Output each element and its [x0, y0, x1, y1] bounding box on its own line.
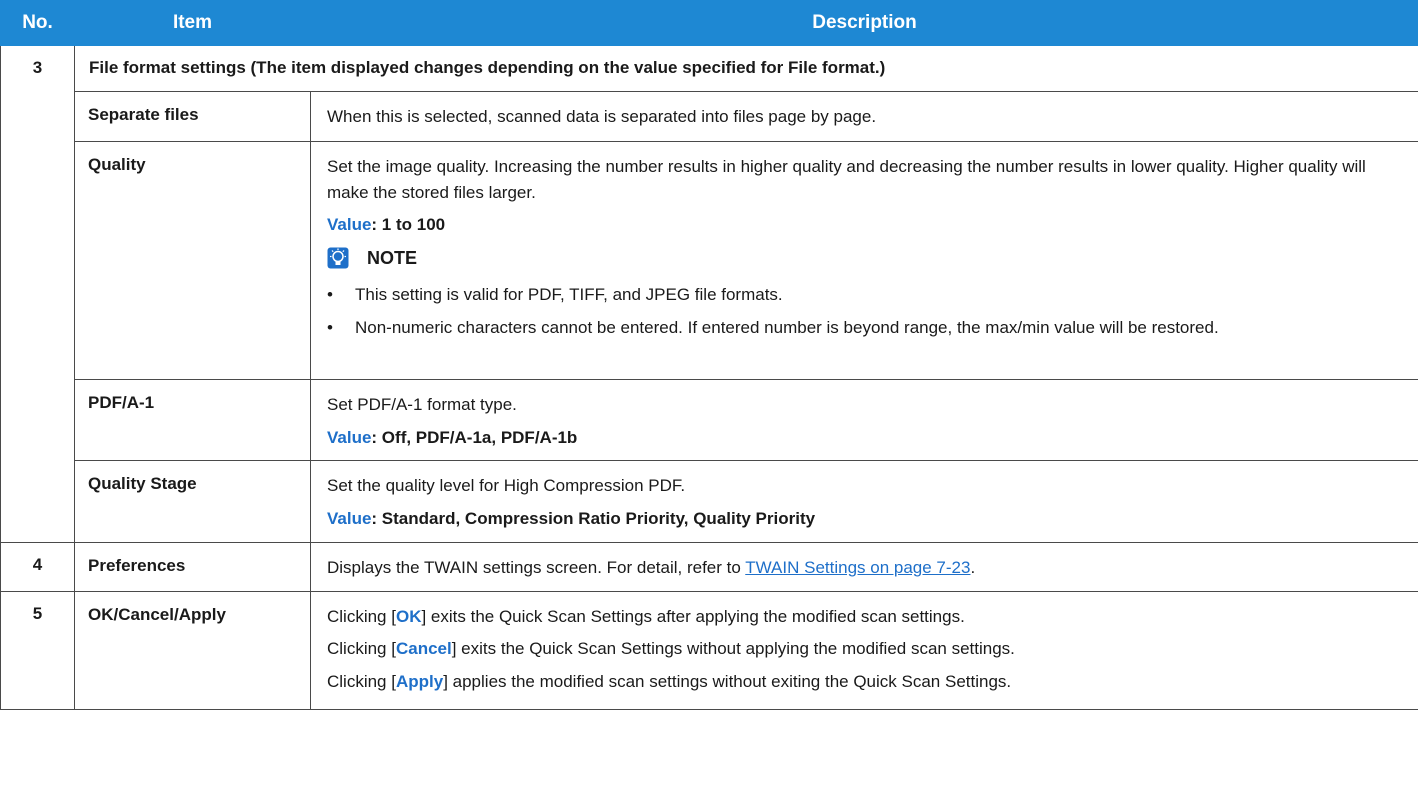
note-bullet: • This setting is valid for PDF, TIFF, an…	[327, 282, 1404, 308]
item-name: Separate files	[74, 91, 311, 142]
item-name: OK/Cancel/Apply	[74, 590, 311, 710]
value-label: Value	[327, 508, 372, 528]
item-description: Clicking [OK] exits the Quick Scan Setti…	[310, 590, 1418, 710]
item-name: Quality Stage	[74, 460, 311, 543]
value-label: Value	[327, 215, 372, 234]
section-title: File format settings (The item displayed…	[74, 45, 1418, 92]
line-suffix: ] exits the Quick Scan Settings after ap…	[421, 606, 965, 626]
note-bullet: • Non-numeric characters cannot be entere…	[327, 315, 1404, 341]
cancel-description: Clicking [Cancel] exits the Quick Scan S…	[327, 636, 1404, 662]
table-row: 4 Preferences Displays the TWAIN setting…	[0, 542, 1418, 592]
description-text: When this is selected, scanned data is s…	[327, 107, 877, 126]
cancel-button-label: Cancel	[395, 639, 452, 658]
line-suffix: ] applies the modified scan settings wit…	[443, 671, 1012, 691]
line-prefix: Clicking [	[327, 671, 396, 691]
row-number: 3	[0, 45, 75, 543]
value-line: Value: Standard, Compression Ratio Prior…	[327, 506, 1404, 532]
item-description: Set the image quality. Increasing the nu…	[310, 141, 1418, 380]
table-row: Quality Set the image quality. Increasin…	[1, 141, 1418, 380]
description-text: Set PDF/A-1 format type.	[327, 395, 517, 414]
item-name: Quality	[74, 141, 311, 380]
line-prefix: Clicking [	[327, 606, 396, 626]
description-text: Displays the TWAIN settings screen. For …	[327, 558, 746, 577]
bullet-text: This setting is valid for PDF, TIFF, and…	[355, 284, 783, 304]
value-text: : Standard, Compression Ratio Priority, …	[371, 508, 816, 528]
item-name: Preferences	[74, 542, 311, 592]
ok-button-label: OK	[395, 606, 422, 626]
value-line: Value: Off, PDF/A-1a, PDF/A-1b	[327, 425, 1404, 451]
value-text: : Off, PDF/A-1a, PDF/A-1b	[371, 427, 578, 447]
table-row: 3 File format settings (The item display…	[0, 45, 1418, 543]
item-description: Set the quality level for High Compressi…	[310, 460, 1418, 543]
header-description: Description	[310, 0, 1418, 46]
line-suffix: ] exits the Quick Scan Settings without …	[451, 639, 1015, 658]
description-suffix: .	[970, 558, 976, 577]
table-row: 5 OK/Cancel/Apply Clicking [OK] exits th…	[0, 590, 1418, 710]
header-row: No. Item Description	[0, 0, 1418, 46]
value-line: Value: 1 to 100	[327, 212, 1404, 238]
item-description: Set PDF/A-1 format type. Value: Off, PDF…	[310, 379, 1418, 461]
header-item: Item	[74, 0, 311, 46]
row-number: 4	[0, 542, 75, 592]
apply-description: Clicking [Apply] applies the modified sc…	[327, 669, 1404, 695]
row-number: 5	[0, 590, 75, 710]
line-prefix: Clicking [	[327, 639, 396, 658]
value-text: : 1 to 100	[371, 215, 446, 234]
table-row: PDF/A-1 Set PDF/A-1 format type. Value: …	[1, 379, 1418, 461]
twain-settings-link[interactable]: TWAIN Settings on page 7-23	[745, 558, 970, 577]
table-row: Quality Stage Set the quality level for …	[1, 460, 1418, 543]
bullet-dot: •	[327, 318, 333, 337]
settings-table: No. Item Description 3 File format setti…	[0, 0, 1418, 710]
item-name: PDF/A-1	[74, 379, 311, 461]
description-text: Set the image quality. Increasing the nu…	[327, 157, 1366, 202]
description-text: Set the quality level for High Compressi…	[327, 476, 686, 495]
note-title: NOTE	[367, 247, 418, 268]
item-description: When this is selected, scanned data is s…	[310, 91, 1418, 142]
header-no: No.	[0, 0, 75, 46]
note-lightbulb-icon	[327, 247, 349, 269]
value-label: Value	[327, 427, 372, 447]
note-heading: NOTE	[327, 245, 1404, 272]
bullet-text: Non-numeric characters cannot be entered…	[355, 318, 1219, 337]
apply-button-label: Apply	[395, 671, 444, 691]
ok-description: Clicking [OK] exits the Quick Scan Setti…	[327, 604, 1404, 630]
table-row: Separate files When this is selected, sc…	[1, 91, 1418, 142]
item-description: Displays the TWAIN settings screen. For …	[310, 542, 1418, 592]
bullet-dot: •	[327, 284, 333, 304]
